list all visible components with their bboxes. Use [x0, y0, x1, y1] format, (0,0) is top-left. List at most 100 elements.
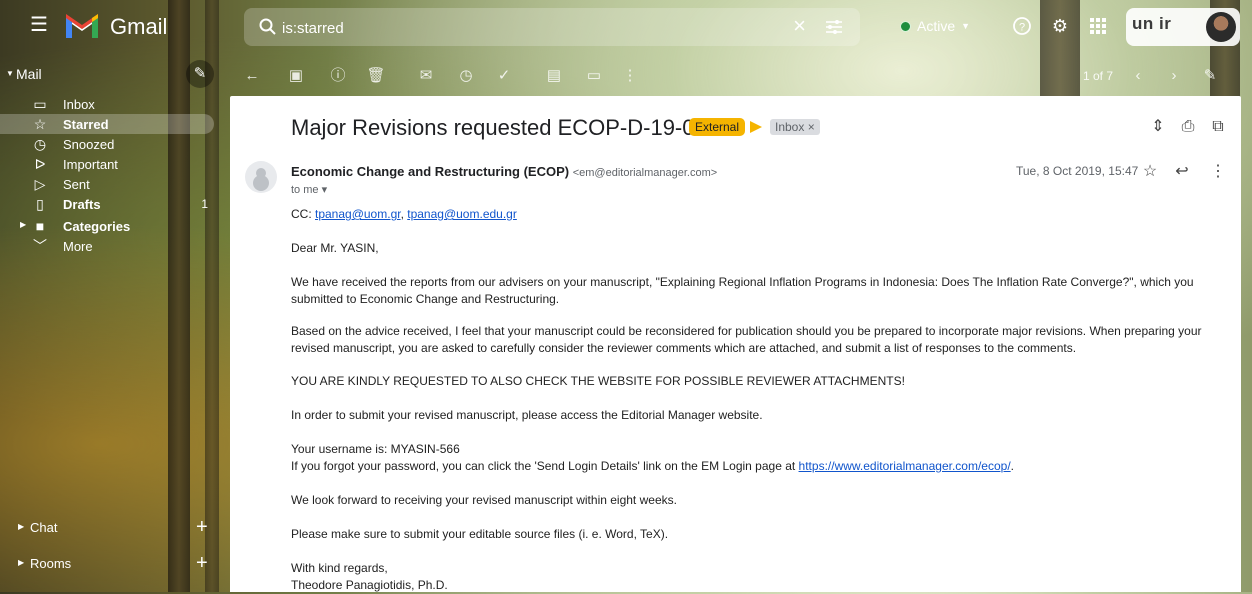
sidebar-item-important[interactable]: ᐅ Important — [0, 154, 214, 174]
compose-button[interactable]: ✎ — [186, 60, 214, 88]
chevron-right-icon[interactable]: › — [1164, 66, 1184, 86]
message-toolbar: ← ▣ ⓘ 🗑 ✉ ◷ ✓ ▤ ▭ ⋮ 1 of 7 ‹ › ✎ — [230, 56, 1252, 96]
rooms-section-header[interactable]: ▶ Rooms + — [0, 552, 214, 576]
add-room-icon[interactable]: + — [196, 552, 208, 575]
input-tools-icon[interactable]: ✎ — [1200, 66, 1220, 86]
paragraph: YOU ARE KINDLY REQUESTED TO ALSO CHECK T… — [291, 374, 905, 388]
recipient-details[interactable]: to me ▾ — [291, 183, 327, 196]
clock-icon: ◷ — [33, 136, 47, 152]
password-text: If you forgot your password, you can cli… — [291, 459, 799, 473]
mark-unread-icon[interactable]: ✉ — [416, 66, 436, 86]
status-dot-icon — [900, 20, 911, 32]
account-switcher[interactable]: un ir — [1126, 8, 1240, 46]
open-new-window-icon[interactable]: ⧉ — [1208, 117, 1228, 137]
important-marker-icon[interactable] — [750, 121, 762, 133]
period: . — [1010, 459, 1014, 473]
pagination-text: 1 of 7 — [1083, 69, 1114, 83]
move-to-icon[interactable]: ▤ — [544, 66, 564, 86]
search-options-icon[interactable] — [824, 18, 844, 36]
sender-avatar — [245, 161, 277, 193]
label-icon: ■ — [35, 218, 45, 234]
label-icon[interactable]: ▭ — [584, 66, 604, 86]
trash-icon[interactable]: 🗑 — [366, 66, 386, 86]
closing: With kind regards, — [291, 561, 388, 575]
paragraph: Based on the advice received, I feel tha… — [291, 324, 1202, 355]
help-icon[interactable]: ? — [1012, 16, 1032, 36]
gear-icon[interactable]: ⚙ — [1050, 16, 1070, 36]
search-bar[interactable]: × — [244, 8, 860, 46]
external-badge: External — [689, 118, 746, 136]
sidebar-item-label: Inbox — [63, 97, 95, 112]
sidebar-item-sent[interactable]: ▷ Sent — [0, 174, 214, 194]
more-vert-icon[interactable]: ⋮ — [620, 66, 640, 86]
mail-section-header[interactable]: Mail — [16, 66, 42, 82]
cc-link[interactable]: tpanag@uom.edu.gr — [407, 207, 517, 221]
sidebar-item-inbox[interactable]: ▭ Inbox — [0, 94, 214, 114]
add-chat-icon[interactable]: + — [196, 516, 208, 539]
signature: Theodore Panagiotidis, Ph.D. — [291, 578, 448, 592]
cc-link[interactable]: tpanag@uom.gr — [315, 207, 401, 221]
important-icon: ᐅ — [34, 156, 46, 172]
username-line: Your username is: MYASIN-566 — [291, 442, 460, 456]
search-input[interactable] — [280, 16, 764, 40]
sidebar-item-label: Starred — [63, 117, 109, 132]
rooms-label: Rooms — [30, 556, 72, 571]
chevron-down-icon: ﹀ — [33, 238, 47, 254]
snooze-icon[interactable]: ◷ — [456, 66, 476, 86]
back-arrow-icon[interactable]: ← — [242, 66, 262, 86]
avatar[interactable] — [1206, 12, 1236, 42]
sender-line: Economic Change and Restructuring (ECOP)… — [291, 164, 717, 179]
sidebar-item-label: Important — [63, 157, 118, 172]
chevron-left-icon[interactable]: ‹ — [1128, 66, 1148, 86]
sidebar-item-more[interactable]: ﹀ More — [0, 236, 214, 256]
sender-email: <em@editorialmanager.com> — [572, 167, 718, 179]
app-name: Gmail — [110, 14, 168, 39]
org-logo: un ir — [1132, 14, 1172, 33]
star-icon: ☆ — [33, 116, 47, 132]
sidebar-item-label: Sent — [63, 177, 90, 192]
sidebar-item-drafts[interactable]: ▯ Drafts 1 — [0, 194, 214, 214]
greeting: Dear Mr. YASIN, — [291, 241, 379, 255]
inbox-label-chip[interactable]: Inbox × — [770, 119, 820, 135]
caret-right-icon: ▶ — [20, 220, 27, 229]
sidebar-item-label: Categories — [63, 219, 131, 234]
drafts-count: 1 — [201, 197, 208, 211]
pencil-icon: ✎ — [193, 65, 207, 82]
star-icon[interactable]: ☆ — [1140, 162, 1160, 182]
sidebar-item-label: Drafts — [63, 197, 101, 212]
svg-text:?: ? — [1019, 22, 1025, 34]
paragraph: Please make sure to submit your editable… — [291, 527, 669, 541]
add-task-icon[interactable]: ✓ — [494, 66, 514, 86]
more-vert-icon[interactable]: ⋮ — [1208, 162, 1228, 182]
sidebar: ▼ Mail ✎ ▭ Inbox ☆ Starred ◷ Snoozed ᐅ I… — [0, 56, 230, 592]
em-login-link[interactable]: https://www.editorialmanager.com/ecop/ — [799, 459, 1011, 473]
cc-line: CC: tpanag@uom.gr, tpanag@uom.edu.gr — [291, 206, 1221, 223]
sidebar-item-starred[interactable]: ☆ Starred — [0, 114, 214, 134]
top-bar: ☰ Gmail × Active ▼ ? ⚙ — [0, 0, 1252, 56]
draft-icon: ▯ — [36, 196, 44, 212]
search-icon[interactable] — [258, 17, 278, 37]
archive-icon[interactable]: ▣ — [286, 66, 306, 86]
status-label: Active — [917, 18, 956, 34]
chat-section-header[interactable]: ▶ Chat + — [0, 516, 214, 540]
send-icon: ▷ — [34, 176, 46, 192]
sidebar-item-label: More — [63, 239, 93, 254]
sidebar-item-snoozed[interactable]: ◷ Snoozed — [0, 134, 214, 154]
status-selector[interactable]: Active ▼ — [900, 11, 986, 41]
expand-all-icon[interactable]: ⇕ — [1148, 117, 1168, 137]
sidebar-item-categories[interactable]: ▶ ■ Categories — [0, 216, 214, 236]
apps-grid-icon[interactable] — [1088, 16, 1108, 36]
caret-right-icon: ▶ — [18, 558, 25, 567]
reply-icon[interactable]: ↩ — [1172, 162, 1192, 182]
report-spam-icon[interactable]: ⓘ — [328, 66, 348, 86]
menu-icon[interactable]: ☰ — [30, 15, 48, 35]
email-date: Tue, 8 Oct 2019, 15:47 — [1016, 164, 1139, 178]
print-icon[interactable]: ⎙ — [1178, 117, 1198, 137]
password-line: If you forgot your password, you can cli… — [291, 458, 1221, 475]
sender-name: Economic Change and Restructuring (ECOP) — [291, 164, 570, 179]
paragraph: We have received the reports from our ad… — [291, 275, 1194, 306]
caret-down-icon: ▼ — [6, 69, 14, 78]
paragraph: In order to submit your revised manuscri… — [291, 408, 763, 422]
caret-down-icon: ▼ — [961, 21, 971, 31]
close-icon[interactable]: × — [793, 15, 806, 37]
